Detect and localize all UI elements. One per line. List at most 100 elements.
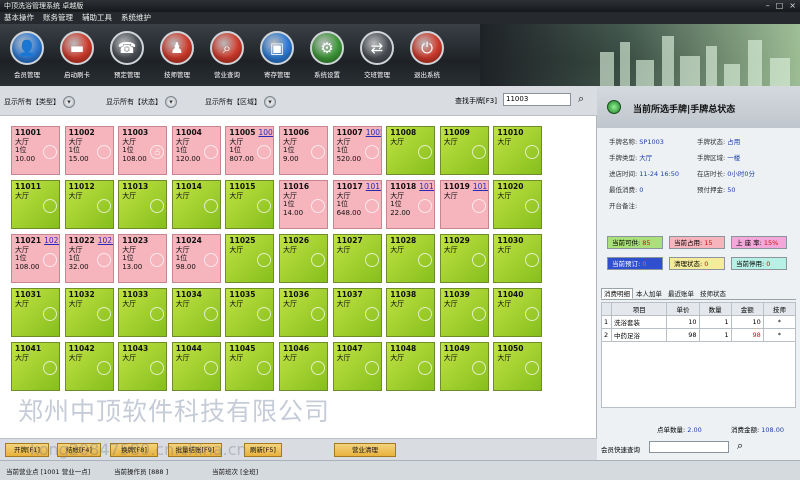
member-icon: 👤 bbox=[10, 31, 44, 65]
toolbar-button-4[interactable]: ⌕ 营业查询 bbox=[204, 31, 250, 83]
tab-recent-bills[interactable]: 最近账单 bbox=[665, 288, 697, 299]
room-card[interactable]: 11044 大厅 bbox=[171, 342, 221, 391]
room-card[interactable]: 11041 大厅 bbox=[11, 342, 60, 391]
room-link[interactable]: 1005 bbox=[366, 128, 381, 138]
room-link[interactable]: 1005 bbox=[258, 128, 273, 138]
room-card[interactable]: 11003 大厅 1位 108.00 占 bbox=[118, 126, 168, 175]
toolbar-button-3[interactable]: ♟ 技师管理 bbox=[154, 31, 200, 83]
table-cell: 洗浴套装 bbox=[610, 315, 668, 329]
area-filter[interactable]: 显示所有【区域】 ▾ bbox=[205, 96, 276, 108]
room-card[interactable]: 11050 大厅 bbox=[493, 342, 543, 391]
room-card[interactable]: 11042 大厅 bbox=[64, 342, 114, 391]
room-link[interactable]: 1021 bbox=[98, 236, 113, 246]
room-card[interactable]: 11039 大厅 bbox=[439, 288, 489, 337]
table-cell: * bbox=[762, 315, 797, 329]
toolbar-button-8[interactable]: ⏻ 退出系统 bbox=[404, 31, 450, 83]
table-cell: 98 bbox=[730, 328, 764, 342]
room-link[interactable]: 1017 bbox=[366, 182, 381, 192]
minimize-button[interactable]: – bbox=[766, 1, 770, 11]
stat-badge: 清理状态: 0 bbox=[669, 257, 725, 270]
room-card[interactable]: 11028 大厅 bbox=[386, 234, 436, 283]
menu-basic[interactable]: 基本操作 bbox=[4, 12, 34, 24]
room-card[interactable]: 11002 大厅 1位 15.00 bbox=[64, 126, 114, 175]
toolbar-button-1[interactable]: ▬ 启动刷卡 bbox=[54, 31, 100, 83]
room-card[interactable]: 11035 大厅 bbox=[225, 288, 275, 337]
search-icon[interactable]: ⌕ bbox=[737, 439, 743, 453]
room-card[interactable]: 11032 大厅 bbox=[64, 288, 114, 337]
member-search-input[interactable] bbox=[649, 441, 729, 453]
room-card[interactable]: 11016 大厅 1位 14.00 bbox=[279, 180, 328, 229]
menu-maintenance[interactable]: 系统维护 bbox=[121, 12, 151, 24]
room-number: 11025 bbox=[229, 236, 256, 245]
toolbar-button-5[interactable]: ▣ 寄存管理 bbox=[254, 31, 300, 83]
room-card[interactable]: 11012 大厅 bbox=[64, 180, 114, 229]
room-card[interactable]: 11038 大厅 bbox=[386, 288, 436, 337]
status-filter[interactable]: 显示所有【状态】 ▾ bbox=[106, 96, 177, 108]
room-card[interactable]: 110191017大厅 bbox=[439, 180, 489, 229]
refresh-button[interactable]: 刷新[F5] bbox=[244, 443, 282, 457]
tab-add-order[interactable]: 本人加单 bbox=[633, 288, 665, 299]
room-card[interactable]: 11008 大厅 bbox=[386, 126, 436, 175]
room-card[interactable]: 11049 大厅 bbox=[439, 342, 489, 391]
toolbar-button-7[interactable]: ⇄ 交班管理 bbox=[354, 31, 400, 83]
menu-tools[interactable]: 辅助工具 bbox=[82, 12, 112, 24]
room-card[interactable]: 110171017大厅1位648.00 bbox=[332, 180, 382, 229]
room-card[interactable]: 11009 大厅 bbox=[439, 126, 489, 175]
room-card[interactable]: 11004 大厅 1位 120.00 bbox=[171, 126, 221, 175]
room-card[interactable]: 11011 大厅 bbox=[11, 180, 60, 229]
room-card[interactable]: 110071005大厅1位520.00 bbox=[332, 126, 382, 175]
room-card[interactable]: 11025 大厅 bbox=[225, 234, 275, 283]
room-card[interactable]: 11046 大厅 bbox=[279, 342, 328, 391]
room-card[interactable]: 11014 大厅 bbox=[171, 180, 221, 229]
table-row[interactable]: 1 洗浴套装 10 1 10 * bbox=[601, 315, 797, 329]
room-card[interactable]: 11029 大厅 bbox=[439, 234, 489, 283]
room-card[interactable]: 11043 大厅 bbox=[118, 342, 168, 391]
room-card[interactable]: 110181017大厅1位22.00 bbox=[386, 180, 436, 229]
maximize-button[interactable]: □ bbox=[776, 1, 784, 11]
room-link[interactable]: 1017 bbox=[419, 182, 434, 192]
room-card[interactable]: 11023 大厅 1位 13.00 bbox=[118, 234, 168, 283]
room-card[interactable]: 11024 大厅 1位 98.00 bbox=[171, 234, 221, 283]
room-link[interactable]: 1017 bbox=[473, 182, 488, 192]
room-card[interactable]: 11034 大厅 bbox=[171, 288, 221, 337]
room-card[interactable]: 110221021大厅1位32.00 bbox=[64, 234, 114, 283]
room-card[interactable]: 11020 大厅 bbox=[493, 180, 543, 229]
table-cell: * bbox=[762, 328, 797, 342]
tab-consumption[interactable]: 消费明细 bbox=[601, 288, 633, 299]
table-row[interactable]: 2 中药足浴 98 1 98 * bbox=[601, 328, 797, 342]
type-filter[interactable]: 显示所有【类型】 ▾ bbox=[4, 96, 75, 108]
room-card[interactable]: 11001 大厅 1位 10.00 bbox=[11, 126, 60, 175]
chevron-down-icon[interactable]: ▾ bbox=[165, 96, 177, 108]
room-link[interactable]: 1021 bbox=[44, 236, 59, 246]
close-button[interactable]: × bbox=[789, 1, 796, 11]
room-card[interactable]: 110051005大厅1位807.00 bbox=[225, 126, 275, 175]
column-header: 技师 bbox=[762, 302, 797, 316]
room-card[interactable]: 11015 大厅 bbox=[225, 180, 275, 229]
clear-button[interactable]: 营业清理 bbox=[334, 443, 396, 457]
search-input[interactable]: 11003 bbox=[503, 93, 571, 106]
chevron-down-icon[interactable]: ▾ bbox=[264, 96, 276, 108]
room-card[interactable]: 11040 大厅 bbox=[493, 288, 543, 337]
room-card[interactable]: 11048 大厅 bbox=[386, 342, 436, 391]
room-card[interactable]: 11027 大厅 bbox=[332, 234, 382, 283]
toolbar-button-2[interactable]: ☎ 预定管理 bbox=[104, 31, 150, 83]
room-card[interactable]: 11047 大厅 bbox=[332, 342, 382, 391]
chevron-down-icon[interactable]: ▾ bbox=[63, 96, 75, 108]
toolbar-button-6[interactable]: ⚙ 系统设置 bbox=[304, 31, 350, 83]
room-card[interactable]: 11036 大厅 bbox=[279, 288, 328, 337]
panel-header: 当前所选手牌|手牌总状态 bbox=[597, 86, 800, 128]
toolbar-button-0[interactable]: 👤 会员管理 bbox=[4, 31, 50, 83]
room-card[interactable]: 11045 大厅 bbox=[225, 342, 275, 391]
room-card[interactable]: 110211021大厅1位108.00 bbox=[11, 234, 60, 283]
room-card[interactable]: 11013 大厅 bbox=[118, 180, 168, 229]
room-card[interactable]: 11010 大厅 bbox=[493, 126, 543, 175]
tab-technician[interactable]: 技师状态 bbox=[697, 288, 729, 299]
room-card[interactable]: 11031 大厅 bbox=[11, 288, 60, 337]
room-card[interactable]: 11006 大厅 1位 9.00 bbox=[279, 126, 328, 175]
room-card[interactable]: 11033 大厅 bbox=[118, 288, 168, 337]
room-card[interactable]: 11030 大厅 bbox=[493, 234, 543, 283]
room-card[interactable]: 11037 大厅 bbox=[332, 288, 382, 337]
search-icon[interactable]: ⌕ bbox=[578, 92, 584, 106]
room-card[interactable]: 11026 大厅 bbox=[279, 234, 328, 283]
menu-accounts[interactable]: 账务管理 bbox=[43, 12, 73, 24]
